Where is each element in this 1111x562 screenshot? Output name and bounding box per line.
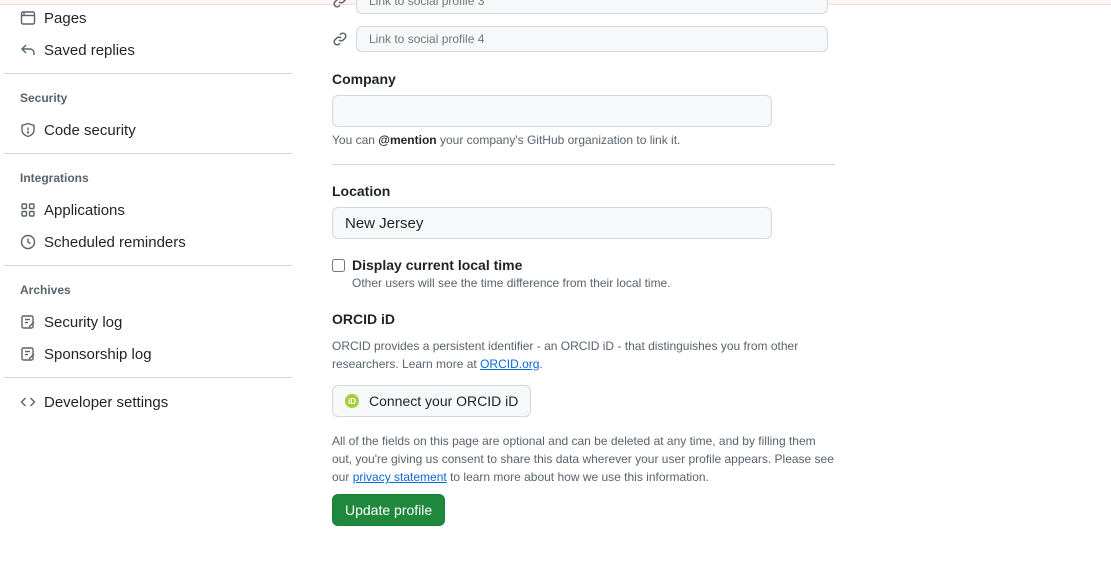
- sidebar-item-sponsorship-log[interactable]: Sponsorship log: [20, 340, 152, 368]
- orcid-description: ORCID provides a persistent identifier -…: [332, 337, 835, 373]
- reply-icon: [20, 42, 36, 58]
- log-icon: [20, 346, 36, 362]
- display-local-time-checkbox[interactable]: [332, 259, 345, 272]
- sidebar-item-label: Saved replies: [44, 41, 135, 59]
- display-local-time-label[interactable]: Display current local time: [352, 257, 522, 273]
- sidebar-item-label: Scheduled reminders: [44, 233, 186, 251]
- social-profile-4-input[interactable]: [356, 26, 828, 52]
- consent-text-suffix: to learn more about how we use this info…: [446, 470, 709, 484]
- social-profile-3-input[interactable]: [356, 0, 828, 14]
- sidebar-item-code-security[interactable]: Code security: [20, 116, 136, 144]
- sidebar-divider: [4, 377, 292, 378]
- sidebar-item-label: Security log: [44, 313, 123, 331]
- company-input[interactable]: [332, 95, 772, 127]
- connect-orcid-label: Connect your ORCID iD: [369, 393, 519, 409]
- display-local-time-note: Other users will see the time difference…: [352, 276, 671, 290]
- location-label: Location: [332, 183, 391, 199]
- orcid-description-suffix: .: [539, 357, 543, 371]
- sidebar-item-applications[interactable]: Applications: [20, 196, 125, 224]
- sidebar-heading-security: Security: [20, 91, 68, 105]
- sidebar-item-label: Pages: [44, 9, 87, 27]
- browser-icon: [20, 10, 36, 26]
- connect-orcid-button[interactable]: iD Connect your ORCID iD: [332, 385, 532, 417]
- privacy-statement-link[interactable]: privacy statement: [353, 470, 447, 484]
- clock-icon: [20, 234, 36, 250]
- sidebar-divider: [4, 153, 292, 154]
- orcid-description-text: ORCID provides a persistent identifier -…: [332, 339, 799, 371]
- link-icon: [332, 0, 348, 14]
- sidebar-item-scheduled-reminders[interactable]: Scheduled reminders: [20, 228, 186, 256]
- sidebar-item-label: Applications: [44, 201, 125, 219]
- shield-icon: [20, 122, 36, 138]
- sidebar-item-label: Developer settings: [44, 393, 169, 411]
- apps-icon: [20, 202, 36, 218]
- sidebar-heading-integrations: Integrations: [20, 171, 89, 185]
- company-note: You can @mention your company's GitHub o…: [332, 131, 680, 149]
- orcid-link[interactable]: ORCID.org: [480, 357, 539, 371]
- sidebar-divider: [4, 73, 292, 74]
- location-input[interactable]: [332, 207, 772, 239]
- section-divider: [332, 164, 835, 165]
- consent-text: All of the fields on this page are optio…: [332, 432, 835, 486]
- sidebar-item-label: Code security: [44, 121, 136, 139]
- log-icon: [20, 314, 36, 330]
- sidebar-item-label: Sponsorship log: [44, 345, 152, 363]
- sidebar-item-developer-settings[interactable]: Developer settings: [20, 388, 168, 416]
- code-icon: [20, 394, 36, 410]
- sidebar-item-saved-replies[interactable]: Saved replies: [20, 36, 135, 64]
- sidebar-heading-archives: Archives: [20, 283, 71, 297]
- company-note-suffix: your company's GitHub organization to li…: [436, 133, 681, 147]
- sidebar-item-pages[interactable]: Pages: [20, 4, 87, 32]
- update-profile-button[interactable]: Update profile: [332, 494, 446, 526]
- sidebar-item-security-log[interactable]: Security log: [20, 308, 122, 336]
- link-icon: [332, 31, 348, 52]
- company-label: Company: [332, 71, 396, 87]
- orcid-icon: iD: [345, 394, 359, 408]
- company-note-mention: @mention: [378, 133, 437, 147]
- sidebar-divider: [4, 265, 292, 266]
- company-note-prefix: You can: [332, 133, 379, 147]
- orcid-heading: ORCID iD: [332, 311, 395, 327]
